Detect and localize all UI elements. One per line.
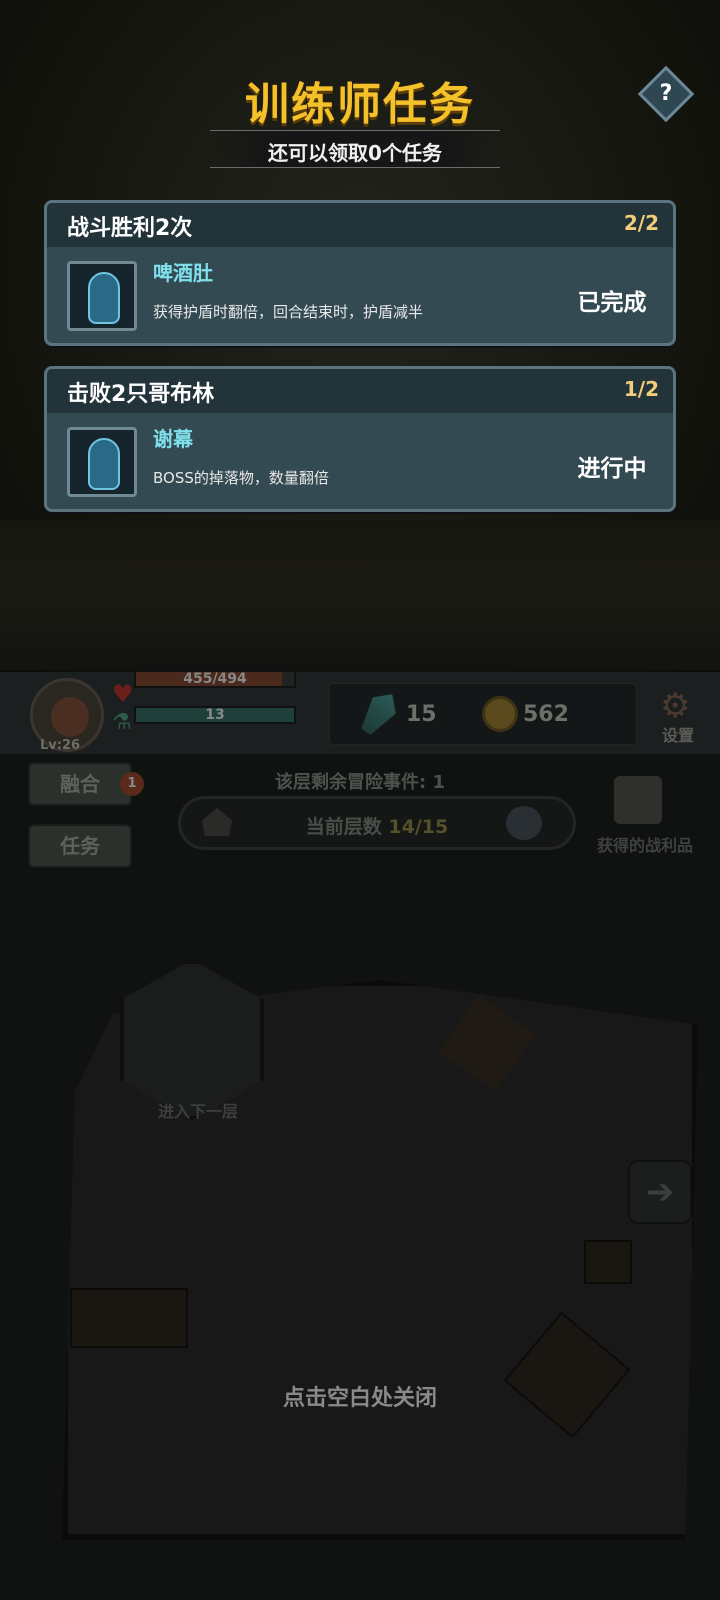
mission-header: 战斗胜利2次 2/2 (47, 203, 673, 247)
mission-header: 击败2只哥布林 1/2 (47, 369, 673, 413)
mission-status: 进行中 (577, 456, 647, 482)
curtain-call-figure-icon (88, 438, 120, 490)
skill-description: BOSS的掉落物，数量翻倍 (153, 469, 329, 487)
mission-card[interactable]: 战斗胜利2次 2/2 啤酒肚 获得护盾时翻倍，回合结束时，护盾减半 已完成 (44, 200, 676, 346)
mission-name: 击败2只哥布林 (67, 382, 215, 407)
skill-description: 获得护盾时翻倍，回合结束时，护盾减半 (153, 303, 424, 321)
mission-name: 战斗胜利2次 (67, 216, 193, 241)
mission-status: 已完成 (577, 290, 647, 316)
skill-name: 谢幕 (153, 427, 193, 451)
mission-progress: 1/2 (623, 377, 659, 401)
mission-card[interactable]: 击败2只哥布林 1/2 谢幕 BOSS的掉落物，数量翻倍 进行中 (44, 366, 676, 512)
subtitle-band: 还可以领取0个任务 (210, 130, 500, 168)
mission-progress: 2/2 (623, 211, 659, 235)
beer-belly-figure-icon (88, 272, 120, 324)
popup-subtitle: 还可以领取0个任务 (268, 141, 442, 165)
skill-icon (67, 261, 137, 331)
skill-icon (67, 427, 137, 497)
popup-title: 训练师任务 (245, 79, 475, 130)
skill-name: 啤酒肚 (153, 261, 213, 285)
help-icon: ? (659, 81, 673, 106)
close-hint: 点击空白处关闭 (282, 1386, 437, 1411)
